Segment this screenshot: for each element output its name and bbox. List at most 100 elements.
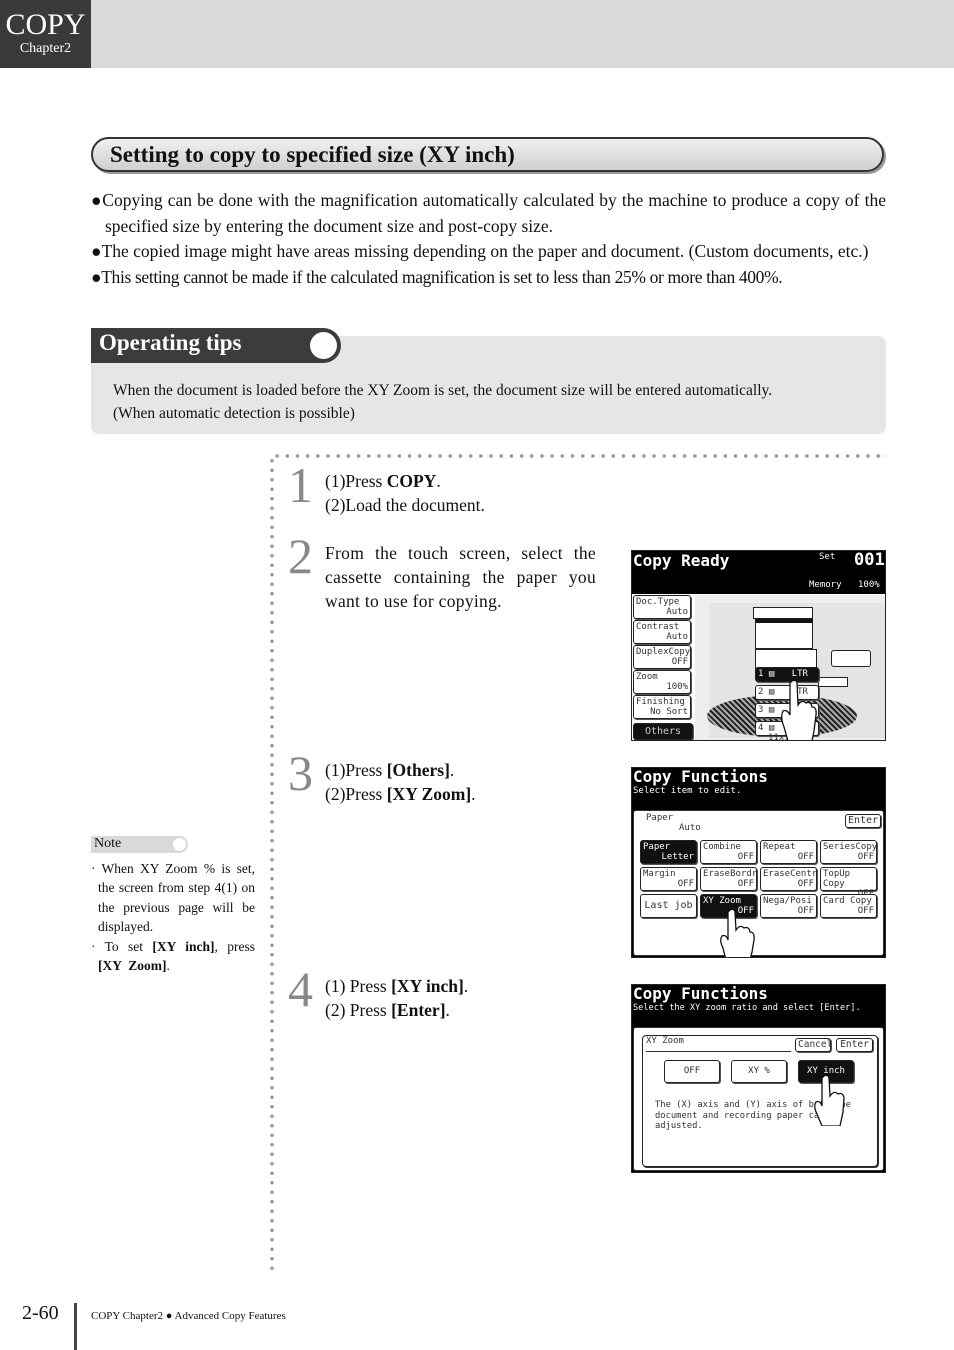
value: Letter — [661, 852, 694, 862]
step-number: 1 — [288, 457, 313, 513]
step-4-text: (1) Press [XY inch]. (2) Press [Enter]. — [325, 974, 468, 1022]
dialog-title: XY Zoom — [646, 1036, 684, 1046]
paper-label: Paper — [646, 813, 674, 823]
value: OFF — [857, 906, 874, 916]
finishing-button[interactable]: Finishing No Sort — [633, 695, 691, 719]
zoom-button[interactable]: Zoom 100% — [633, 670, 691, 694]
others-key: [Others] — [386, 760, 450, 780]
text: (1)Press — [325, 760, 387, 780]
header-bar — [0, 0, 954, 68]
screen-header: Copy Functions Select the XY zoom ratio … — [632, 985, 885, 1027]
text: (2) Press — [325, 1000, 392, 1020]
screen-header: Copy Ready Set 001 Memory 100% — [632, 551, 885, 594]
function-button-paper[interactable]: Paper Letter — [640, 840, 697, 864]
value: OFF — [797, 852, 814, 862]
tray-number: 4 — [758, 723, 764, 733]
label: TopUp Copy — [823, 869, 851, 889]
function-button-repeat[interactable]: Repeat OFF — [760, 840, 817, 864]
value: Auto — [666, 632, 688, 642]
label: Combine — [703, 842, 741, 852]
text: (2)Press — [325, 784, 387, 804]
note-item: · To set [XY inch], press [XY Zoom]. — [91, 937, 255, 976]
value: OFF — [737, 852, 754, 862]
text: (1)Press — [325, 471, 387, 491]
tips-line: (When automatic detection is possible) — [113, 405, 355, 422]
enter-button[interactable]: Enter — [836, 1038, 873, 1052]
note-text: · When XY Zoom % is set, the screen from… — [91, 859, 255, 975]
screen-title: Copy Ready — [633, 551, 730, 570]
xy-inch-key: [XY inch] — [391, 976, 464, 996]
screen-title: Copy Functions — [633, 984, 768, 1003]
xy-off-button[interactable]: OFF — [664, 1060, 720, 1083]
label: Last job — [644, 900, 693, 911]
label: DuplexCopy — [636, 647, 691, 657]
text: · To set — [91, 938, 153, 954]
label: Finishing — [636, 697, 685, 707]
duplex-copy-button[interactable]: DuplexCopy OFF — [633, 645, 691, 669]
text: . — [449, 760, 455, 780]
function-button-erasebordr[interactable]: EraseBordr OFF — [700, 867, 757, 891]
text: . — [471, 784, 476, 804]
paper-value: Auto — [679, 823, 701, 833]
chapter-subtitle: Chapter2 — [19, 41, 72, 56]
memory-label: Memory — [809, 580, 842, 590]
document-feeder — [753, 607, 813, 619]
contrast-button[interactable]: Contrast Auto — [633, 620, 691, 644]
function-button-erasecentr[interactable]: EraseCentr OFF — [760, 867, 817, 891]
note-label: Note — [91, 836, 188, 853]
bypass-tray — [831, 650, 871, 667]
value: OFF — [797, 906, 814, 916]
screen-title: Copy Functions — [633, 767, 768, 786]
label: Paper — [643, 842, 671, 852]
tips-line: When the document is loaded before the X… — [113, 382, 773, 399]
bullet: ●This setting cannot be made if the calc… — [91, 266, 783, 287]
text: , press — [214, 938, 255, 954]
function-button-combine[interactable]: Combine OFF — [700, 840, 757, 864]
label: EraseBordr — [703, 869, 758, 879]
step-2-text: From the touch screen, select the casset… — [325, 543, 596, 611]
value: Auto — [666, 607, 688, 617]
enter-key: [Enter] — [391, 1000, 446, 1020]
function-button-topup-copy[interactable]: TopUp CopyOFF — [820, 867, 877, 899]
tray-size: LTR — [791, 669, 808, 679]
tray-number: 2 — [758, 687, 764, 697]
doc-type-button[interactable]: Doc.Type Auto — [633, 595, 691, 619]
others-button[interactable]: Others — [633, 723, 693, 740]
text: . — [166, 958, 170, 974]
value: 100% — [666, 682, 688, 692]
pointing-hand-icon — [720, 908, 755, 957]
text: [XY inch] — [152, 938, 215, 954]
value: OFF — [677, 879, 694, 889]
tray-number: 3 — [758, 705, 764, 715]
section-title-banner: Setting to copy to specified size (XY in… — [91, 137, 884, 172]
screen-subtitle: Select the XY zoom ratio and select [Ent… — [633, 1003, 861, 1013]
enter-button[interactable]: Enter — [845, 814, 881, 828]
set-label: Set — [819, 552, 836, 562]
function-button-seriescopy[interactable]: SeriesCopy OFF — [820, 840, 877, 864]
dotted-divider — [272, 454, 887, 458]
label: Card Copy — [823, 896, 872, 906]
function-button-last-job[interactable]: Last job — [640, 894, 697, 918]
label: Nega/Posi — [763, 896, 812, 906]
function-button-card-copy[interactable]: Card Copy OFF — [820, 894, 877, 918]
printer-body — [755, 619, 813, 649]
value: OFF — [797, 879, 814, 889]
copy-key: COPY — [386, 471, 437, 491]
step-number: 4 — [288, 961, 313, 1017]
step-number: 2 — [288, 528, 313, 584]
divider — [646, 1051, 791, 1052]
label: Contrast — [636, 622, 680, 632]
dotted-divider-vertical — [270, 456, 274, 1272]
cancel-button[interactable]: Cancel — [795, 1038, 832, 1052]
pointing-hand-icon — [814, 1074, 845, 1126]
function-button-margin[interactable]: Margin OFF — [640, 867, 697, 891]
function-button-nega-posi[interactable]: Nega/Posi OFF — [760, 894, 817, 918]
value: OFF — [857, 852, 874, 862]
footer-text: COPY Chapter2 ● Advanced Copy Features — [91, 1310, 286, 1322]
value: No Sort — [650, 707, 688, 717]
text: [XY Zoom] — [98, 958, 167, 974]
bullet: ●The copied image might have areas missi… — [91, 241, 869, 261]
intro-bullets: ●Copying can be done with the magnificat… — [91, 188, 886, 290]
xy-zoom-key: [XY Zoom] — [386, 784, 472, 804]
xy-percent-button[interactable]: XY % — [731, 1060, 787, 1083]
